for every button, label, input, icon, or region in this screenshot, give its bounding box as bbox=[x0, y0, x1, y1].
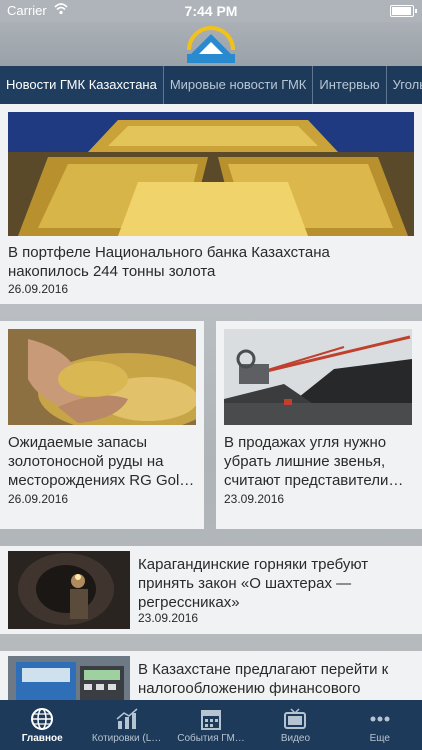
nav-bar bbox=[0, 22, 422, 66]
tab-coal[interactable]: Уголь bbox=[387, 66, 422, 104]
bottom-tab-bar: Главное Котировки (L… События ГМ… Видео … bbox=[0, 700, 422, 750]
tv-icon bbox=[284, 708, 307, 729]
battery-icon bbox=[390, 5, 417, 17]
globe-icon bbox=[31, 708, 54, 730]
tab-label: Главное bbox=[21, 733, 63, 744]
agmp-logo bbox=[187, 26, 235, 63]
tax-calculator-image bbox=[8, 656, 130, 700]
article-date: 23.09.2016 bbox=[138, 611, 199, 625]
article-date: 26.09.2016 bbox=[8, 282, 69, 296]
tab-interviews[interactable]: Интервью bbox=[313, 66, 387, 104]
tab-more[interactable]: Еще bbox=[338, 700, 422, 750]
tab-events[interactable]: События ГМ… bbox=[169, 700, 253, 750]
tab-label: Еще bbox=[369, 733, 390, 744]
tab-label: Видео bbox=[280, 733, 311, 744]
article-title: Ожидаемые запасы золотоносной руды на ме… bbox=[8, 434, 195, 489]
category-tabs: Новости ГМК Казахстана Мировые новости Г… bbox=[0, 66, 422, 104]
calendar-icon bbox=[201, 710, 222, 730]
status-bar: Carrier 7:44 PM bbox=[0, 0, 422, 22]
tab-kazakhstan-news[interactable]: Новости ГМК Казахстана bbox=[0, 66, 164, 104]
coal-stacker-image bbox=[224, 329, 412, 425]
news-card[interactable]: Ожидаемые запасы золотоносной руды на ме… bbox=[0, 321, 204, 529]
article-date: 23.09.2016 bbox=[224, 492, 285, 506]
news-card[interactable]: В продажах угля нужно убрать лишние звен… bbox=[216, 321, 422, 529]
article-title: В Казахстане предлагают перейти к налого… bbox=[138, 661, 393, 700]
clock: 7:44 PM bbox=[184, 3, 238, 19]
tab-label: События ГМ… bbox=[177, 733, 245, 744]
article-date: 26.09.2016 bbox=[8, 492, 69, 506]
more-icon bbox=[370, 716, 390, 722]
chart-icon bbox=[116, 708, 138, 729]
article-title: Карагандинские горняки требуют принять з… bbox=[138, 556, 369, 611]
tab-video[interactable]: Видео bbox=[253, 700, 337, 750]
tab-quotes[interactable]: Котировки (L… bbox=[84, 700, 168, 750]
article-title: В продажах угля нужно убрать лишние звен… bbox=[224, 434, 404, 489]
tab-label: Котировки (L… bbox=[91, 733, 162, 744]
tab-world-news[interactable]: Мировые новости ГМК bbox=[164, 66, 314, 104]
tab-main[interactable]: Главное bbox=[0, 700, 84, 750]
gold-bars-image bbox=[8, 112, 414, 236]
news-card-featured[interactable]: В портфеле Национального банка Казахстан… bbox=[0, 104, 422, 304]
news-feed[interactable]: В портфеле Национального банка Казахстан… bbox=[0, 104, 422, 700]
news-row[interactable]: Карагандинские горняки требуют принять з… bbox=[0, 546, 422, 634]
miner-image bbox=[8, 551, 130, 629]
gold-ore-image bbox=[8, 329, 196, 425]
article-title: В портфеле Национального банка Казахстан… bbox=[8, 244, 330, 280]
news-row[interactable]: В Казахстане предлагают перейти к налого… bbox=[0, 651, 422, 700]
